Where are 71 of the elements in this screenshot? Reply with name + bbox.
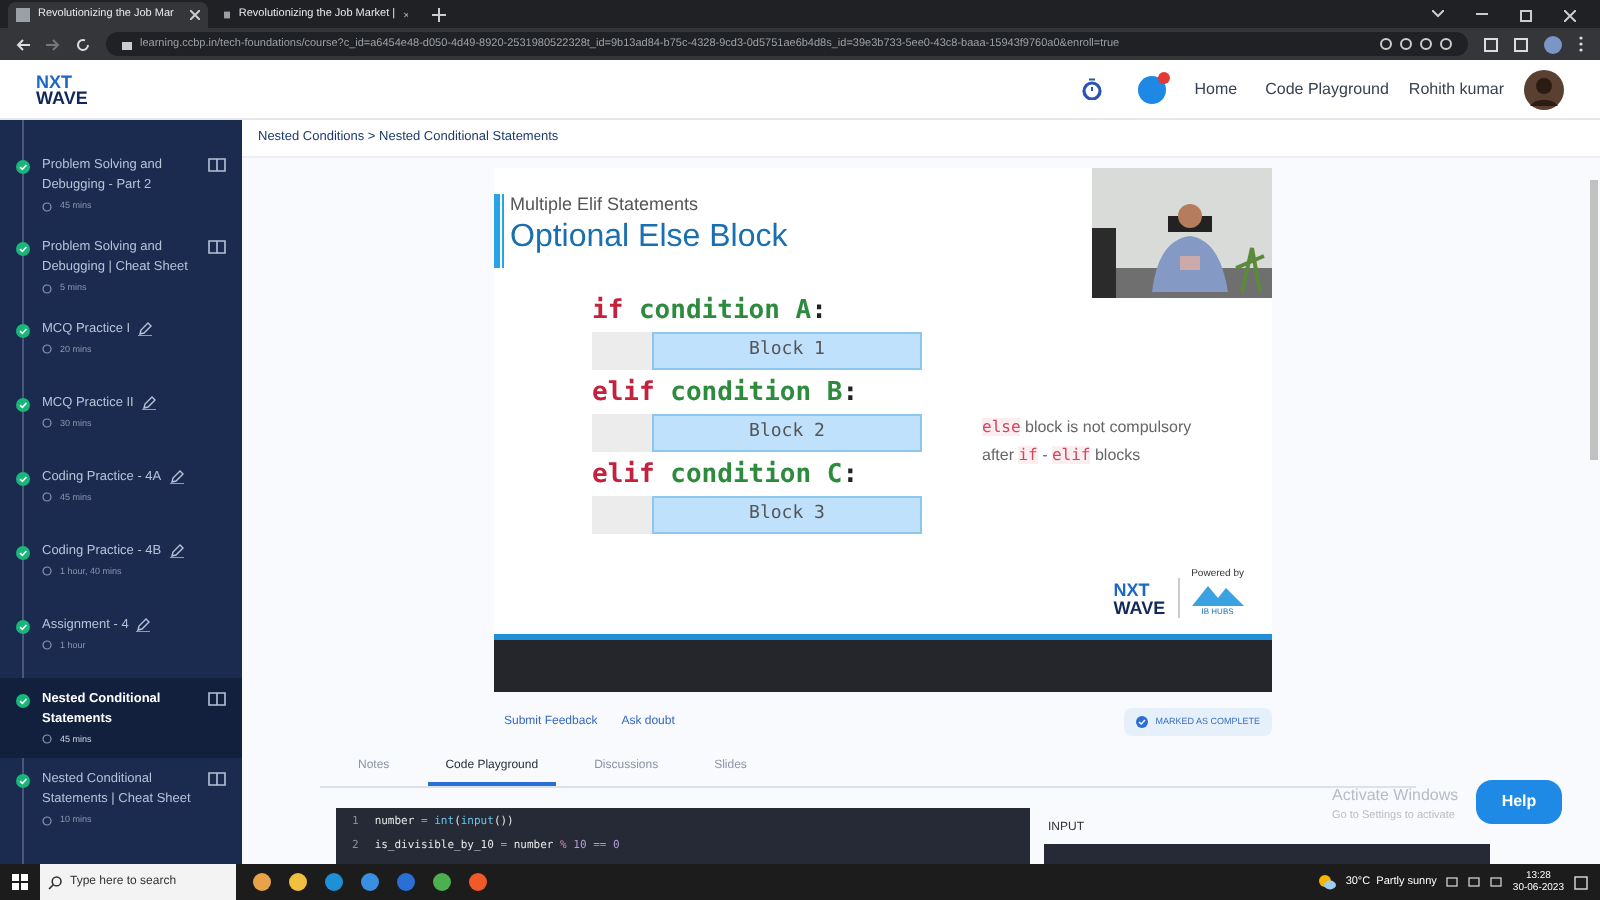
minimize-icon[interactable] bbox=[1476, 10, 1488, 18]
clock-icon bbox=[42, 566, 52, 577]
pencil-icon bbox=[136, 617, 151, 631]
profile-icon[interactable] bbox=[1544, 35, 1562, 53]
slide-subtitle: Multiple Elif Statements bbox=[510, 194, 701, 216]
windows-icon[interactable] bbox=[12, 874, 28, 890]
book-icon bbox=[208, 691, 226, 705]
check-icon bbox=[1135, 716, 1148, 728]
brand-logo: NXT WAVE bbox=[1113, 582, 1166, 618]
mountain-icon bbox=[1191, 582, 1244, 606]
slide-note: else block is not compulsory bbox=[982, 416, 1192, 440]
slide-title: Optional Else Block bbox=[510, 218, 788, 258]
help-button[interactable]: Help bbox=[1476, 780, 1562, 824]
nav-link[interactable]: Home bbox=[1194, 77, 1238, 101]
code-block: Block 1 bbox=[652, 332, 922, 370]
indent-box bbox=[592, 414, 652, 452]
check-icon bbox=[16, 397, 30, 411]
code-block: Block 3 bbox=[652, 496, 922, 534]
forward-icon[interactable] bbox=[46, 37, 60, 51]
check-icon bbox=[16, 619, 30, 633]
page-icon bbox=[224, 8, 231, 22]
clock-icon bbox=[42, 418, 52, 429]
back-icon[interactable] bbox=[16, 37, 30, 51]
book-icon bbox=[208, 158, 226, 172]
pencil-icon bbox=[138, 321, 153, 335]
code-line: elif condition C: bbox=[592, 460, 861, 492]
nav-link[interactable]: Code Playground bbox=[1265, 77, 1389, 101]
page-icon bbox=[16, 8, 30, 22]
user-name: Rohith kumar bbox=[1408, 77, 1504, 101]
close-icon[interactable] bbox=[1564, 10, 1576, 22]
code-line: elif condition B: bbox=[592, 378, 861, 410]
plus-icon[interactable] bbox=[432, 8, 446, 22]
check-icon bbox=[16, 241, 30, 256]
book-icon bbox=[208, 239, 226, 254]
clock-icon bbox=[42, 640, 52, 651]
activation-title: Activate Windows bbox=[1332, 784, 1459, 808]
pencil-icon bbox=[141, 395, 156, 409]
clock-icon bbox=[42, 816, 52, 827]
avatar[interactable] bbox=[1524, 69, 1564, 109]
check-icon bbox=[16, 693, 30, 707]
check-icon bbox=[16, 545, 30, 559]
more-icon[interactable] bbox=[1578, 36, 1584, 52]
logo[interactable]: NXT WAVE bbox=[36, 73, 88, 105]
check-icon bbox=[16, 774, 30, 789]
lock-icon bbox=[122, 38, 132, 50]
clock-icon bbox=[42, 734, 52, 745]
weather-icon[interactable] bbox=[1317, 874, 1336, 890]
code-line: if condition A: bbox=[592, 296, 829, 328]
pencil-icon bbox=[169, 469, 184, 483]
code-block: Block 2 bbox=[652, 414, 922, 452]
check-icon bbox=[16, 471, 30, 485]
input-field[interactable] bbox=[1044, 844, 1490, 864]
restore-icon[interactable] bbox=[1520, 10, 1532, 22]
chat-icon[interactable] bbox=[1138, 75, 1167, 103]
notification-badge bbox=[1158, 71, 1171, 83]
reload-icon[interactable] bbox=[76, 37, 90, 51]
slide-note: after if - elif blocks bbox=[982, 444, 1143, 468]
stopwatch-icon[interactable] bbox=[1082, 78, 1103, 100]
book-icon bbox=[208, 772, 226, 787]
check-icon bbox=[16, 323, 30, 337]
clock-icon bbox=[42, 492, 52, 503]
close-icon[interactable] bbox=[190, 10, 200, 20]
check-icon bbox=[16, 160, 30, 174]
clock-icon bbox=[42, 344, 52, 355]
indent-box bbox=[592, 496, 652, 534]
clock-icon bbox=[42, 283, 52, 294]
clock-icon bbox=[42, 201, 52, 212]
accent-bar bbox=[494, 194, 504, 268]
search-icon bbox=[48, 875, 62, 889]
pencil-icon bbox=[169, 543, 184, 557]
indent-box bbox=[592, 332, 652, 370]
